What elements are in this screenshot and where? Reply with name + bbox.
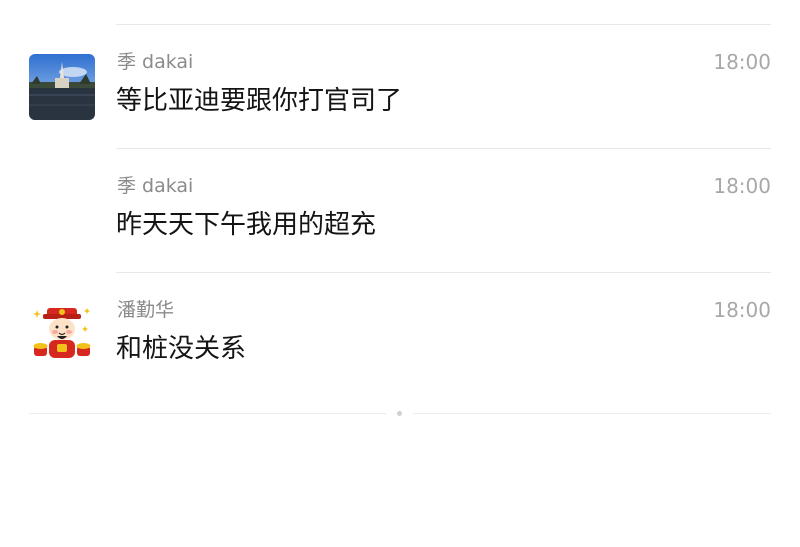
cartoon-fortune-god-icon[interactable]	[29, 300, 95, 366]
message-time: 18:00	[713, 174, 771, 198]
end-separator-left	[29, 413, 386, 414]
sender-name: 潘勤华	[117, 299, 175, 321]
message-time: 18:00	[713, 298, 771, 322]
message-text[interactable]: 和桩没关系	[116, 331, 246, 367]
chat-message[interactable]: 季 dakai 18:00 等比亚迪要跟你打官司了	[0, 25, 800, 149]
end-separator-right	[413, 413, 771, 414]
sender-name: 季 dakai	[117, 175, 194, 197]
chat-message[interactable]: 潘勤华 18:00 和桩没关系	[0, 273, 800, 373]
message-time: 18:00	[713, 50, 771, 74]
landscape-photo-icon[interactable]	[29, 54, 95, 120]
sender-name: 季 dakai	[117, 51, 194, 73]
end-separator-dot	[397, 411, 402, 416]
message-text[interactable]: 昨天天下午我用的超充	[116, 207, 376, 243]
chat-message[interactable]: 季 dakai 18:00 昨天天下午我用的超充	[0, 149, 800, 273]
message-text[interactable]: 等比亚迪要跟你打官司了	[116, 83, 402, 119]
